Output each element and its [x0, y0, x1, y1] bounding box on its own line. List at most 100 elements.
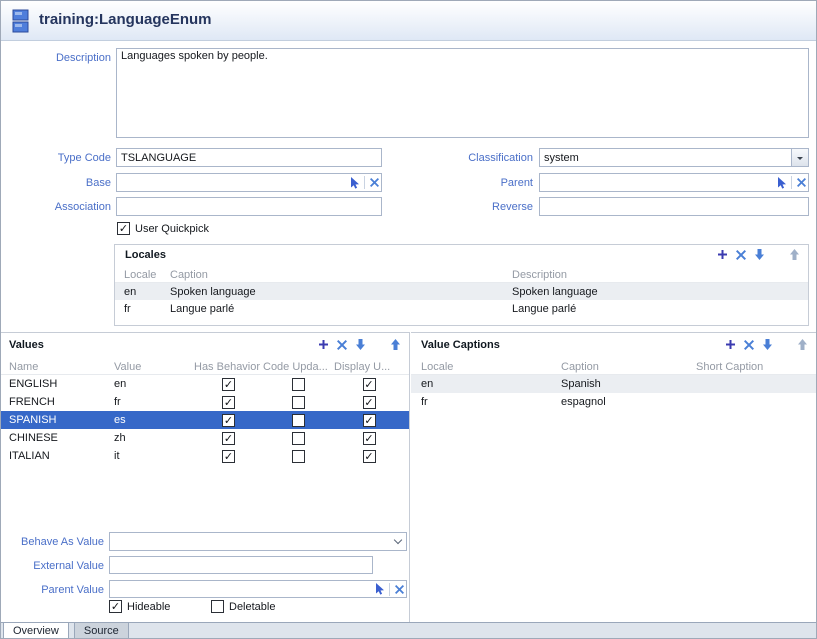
window: training:LanguageEnum Description Langua…	[0, 0, 817, 639]
row-checkbox[interactable]	[292, 450, 305, 463]
add-icon[interactable]	[717, 249, 728, 260]
move-down-icon[interactable]	[355, 339, 366, 350]
col-short-caption[interactable]: Short Caption	[696, 361, 817, 373]
cell-name: SPANISH	[9, 414, 114, 426]
cell-value: en	[114, 378, 194, 390]
caption-row[interactable]: enSpanish	[411, 375, 817, 393]
move-down-icon[interactable]	[754, 249, 765, 260]
values-row[interactable]: SPANISHes ✓ ✓	[1, 411, 409, 429]
col-locale[interactable]: Locale	[421, 361, 561, 373]
col-caption[interactable]: Caption	[561, 361, 696, 373]
base-input[interactable]	[117, 177, 348, 189]
value-captions-panel: Value Captions Locale Caption Short Capt…	[411, 332, 817, 622]
parent-input[interactable]	[540, 177, 775, 189]
values-row[interactable]: ITALIANit✓✓	[1, 447, 409, 465]
caption-row[interactable]: frespagnol	[411, 393, 817, 411]
value-captions-title: Value Captions	[421, 339, 500, 351]
locales-row[interactable]: enSpoken languageSpoken language	[115, 283, 808, 300]
row-checkbox[interactable]: ✓	[222, 378, 235, 391]
picker-arrow-icon[interactable]	[348, 177, 362, 189]
move-up-icon[interactable]	[390, 339, 401, 350]
cell-locale: en	[421, 378, 561, 390]
dropdown-button[interactable]	[791, 149, 808, 166]
col-value[interactable]: Value	[114, 361, 194, 373]
add-icon[interactable]	[725, 339, 736, 350]
classification-select[interactable]: system	[539, 148, 809, 167]
row-checkbox[interactable]: ✓	[222, 396, 235, 409]
row-checkbox[interactable]: ✓	[363, 432, 376, 445]
values-row[interactable]: ENGLISHen ✓ ✓	[1, 375, 409, 393]
delete-icon[interactable]	[744, 340, 754, 350]
row-checkbox[interactable]: ✓	[222, 414, 235, 427]
type-code-input[interactable]	[116, 148, 382, 167]
row-checkbox[interactable]	[292, 414, 305, 427]
values-title: Values	[9, 339, 44, 351]
values-row[interactable]: CHINESEzh✓✓	[1, 429, 409, 447]
cell-name: FRENCH	[9, 396, 114, 408]
captions-body: enSpanishfrespagnol	[411, 375, 817, 411]
tab-overview[interactable]: Overview	[3, 623, 69, 639]
base-field	[116, 173, 382, 192]
value-captions-toolbar	[725, 339, 808, 350]
tab-source[interactable]: Source	[74, 623, 129, 639]
cell-locale: en	[124, 286, 170, 298]
values-row[interactable]: FRENCHfr✓✓	[1, 393, 409, 411]
description-textarea[interactable]: Languages spoken by people.	[116, 48, 809, 138]
deletable-label: Deletable	[229, 601, 275, 613]
cell-locale: fr	[124, 303, 170, 315]
clear-icon[interactable]	[794, 178, 808, 187]
cell-description: Langue parlé	[512, 303, 808, 315]
col-caption[interactable]: Caption	[170, 269, 512, 281]
row-checkbox[interactable]	[292, 432, 305, 445]
user-quickpick-checkbox[interactable]: ✓	[117, 222, 130, 235]
picker-arrow-icon[interactable]	[373, 583, 387, 595]
association-input[interactable]	[116, 197, 382, 216]
parent-value-field	[109, 580, 407, 598]
move-up-icon[interactable]	[789, 249, 800, 260]
picker-arrow-icon[interactable]	[775, 177, 789, 189]
row-checkbox[interactable]: ✓	[363, 378, 376, 391]
move-up-icon[interactable]	[797, 339, 808, 350]
row-checkbox[interactable]: ✓	[222, 450, 235, 463]
col-description[interactable]: Description	[512, 269, 808, 281]
parent-field	[539, 173, 809, 192]
clear-icon[interactable]	[392, 585, 406, 594]
cell-value: es	[114, 414, 194, 426]
external-value-input[interactable]	[109, 556, 373, 574]
col-code-updatable[interactable]: Code Upda...	[263, 361, 334, 373]
dropdown-button[interactable]	[389, 533, 406, 550]
delete-icon[interactable]	[736, 250, 746, 260]
external-value-label: External Value	[1, 560, 104, 572]
cell-value: it	[114, 450, 194, 462]
col-name[interactable]: Name	[9, 361, 114, 373]
behave-as-value-select[interactable]	[109, 532, 407, 551]
row-checkbox[interactable]: ✓	[363, 450, 376, 463]
move-down-icon[interactable]	[762, 339, 773, 350]
divider	[389, 583, 390, 596]
delete-icon[interactable]	[337, 340, 347, 350]
hideable-checkbox[interactable]: ✓	[109, 600, 122, 613]
col-has-behavior[interactable]: Has Behavior	[194, 361, 263, 373]
cell-name: CHINESE	[9, 432, 114, 444]
value-captions-header: Locale Caption Short Caption	[411, 359, 817, 375]
locales-title: Locales	[125, 249, 166, 261]
deletable-checkbox[interactable]	[211, 600, 224, 613]
reverse-input[interactable]	[539, 197, 809, 216]
parent-value-input[interactable]	[110, 583, 373, 595]
cell-caption: Spanish	[561, 378, 696, 390]
col-locale[interactable]: Locale	[124, 269, 170, 281]
locales-row[interactable]: frLangue parléLangue parlé	[115, 300, 808, 317]
col-display-u[interactable]: Display U...	[334, 361, 404, 373]
row-checkbox[interactable]: ✓	[222, 432, 235, 445]
locales-header: Locale Caption Description	[115, 267, 808, 283]
clear-icon[interactable]	[367, 178, 381, 187]
row-checkbox[interactable]: ✓	[363, 414, 376, 427]
row-checkbox[interactable]	[292, 378, 305, 391]
add-icon[interactable]	[318, 339, 329, 350]
row-checkbox[interactable]	[292, 396, 305, 409]
row-checkbox[interactable]: ✓	[363, 396, 376, 409]
bottom-tabbar: Overview Source	[1, 622, 816, 639]
cell-name: ENGLISH	[9, 378, 114, 390]
divider	[364, 176, 365, 189]
user-quickpick-label: User Quickpick	[135, 223, 209, 235]
